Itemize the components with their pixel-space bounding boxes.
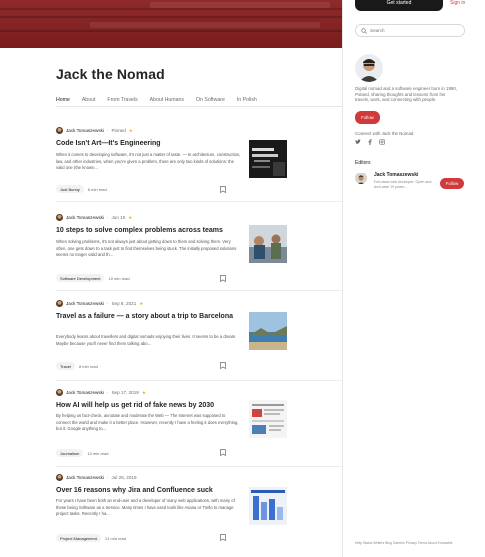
read-time: 8 min read: [87, 186, 107, 192]
star-icon: ★: [139, 300, 144, 306]
author-avatar[interactable]: [56, 127, 63, 134]
instagram-icon[interactable]: [379, 139, 385, 145]
editor-follow-button[interactable]: Follow: [440, 178, 464, 189]
article-thumbnail[interactable]: [249, 400, 287, 438]
article-title[interactable]: How AI will help us get rid of fake news…: [56, 401, 241, 410]
tab-home[interactable]: Home: [56, 97, 70, 103]
article-thumbnail[interactable]: [249, 487, 287, 525]
main-column: Jack the Nomad Home About From Travels A…: [0, 0, 342, 557]
editor-avatar[interactable]: [355, 172, 367, 184]
article-divider: [56, 466, 342, 467]
footer-links[interactable]: Help Status Writers Blog Careers Privacy…: [355, 541, 475, 546]
tabs-divider: [56, 106, 342, 107]
publication-avatar[interactable]: [355, 54, 383, 82]
sidebar: Get started Sign in Digital nomad and a …: [343, 0, 485, 557]
article-divider: [56, 290, 342, 291]
editors-heading: Editors: [355, 160, 371, 166]
search-bar[interactable]: [355, 24, 465, 37]
star-icon: ★: [128, 127, 133, 133]
article-date: Jul 26, 2019: [111, 475, 137, 480]
article-meta: Jack Tomaszewski · Sep 8, 2021 ★: [56, 300, 143, 307]
follow-button[interactable]: Follow: [355, 111, 380, 124]
star-icon: ★: [128, 214, 133, 220]
get-started-button[interactable]: Get started: [355, 0, 443, 11]
article-tag[interactable]: Software Development: [56, 274, 105, 282]
tab-about[interactable]: About: [82, 97, 96, 103]
author-name[interactable]: Jack Tomaszewski: [66, 301, 104, 306]
read-time: 10 min read: [108, 275, 130, 281]
star-icon: ★: [141, 389, 146, 395]
bookmark-icon[interactable]: [220, 275, 226, 282]
article-tag[interactable]: Project Management: [56, 534, 101, 542]
author-name[interactable]: Jack Tomaszewski: [66, 475, 104, 480]
publication-title[interactable]: Jack the Nomad: [56, 66, 165, 82]
article-snippet[interactable]: When solving problems, it's not always j…: [56, 239, 241, 259]
bookmark-icon[interactable]: [220, 449, 226, 456]
bookmark-icon[interactable]: [220, 362, 226, 369]
read-time: 8 min read: [78, 363, 98, 369]
author-name[interactable]: Jack Tomaszewski: [66, 215, 104, 220]
tab-on-software[interactable]: On Software: [196, 97, 225, 103]
tab-in-polish[interactable]: In Polish: [237, 97, 257, 103]
article-footer: Software Development 10 min read: [56, 274, 130, 282]
article-meta: Jack Tomaszewski · Jun 10 ★: [56, 214, 132, 221]
publication-banner: [0, 0, 342, 48]
article-footer: Journalism 10 min read: [56, 449, 108, 457]
article-footer: Travel 8 min read: [56, 362, 98, 370]
article-snippet[interactable]: Everybody learns about travellers and di…: [56, 334, 241, 347]
author-name[interactable]: Jack Tomaszewski: [66, 390, 104, 395]
article-date: Jun 10: [111, 215, 126, 220]
author-avatar[interactable]: [56, 300, 63, 307]
author-avatar[interactable]: [56, 389, 63, 396]
publication-bio: Digital nomad and a software engineer bo…: [355, 86, 458, 103]
editor-name[interactable]: Jack Tomaszewski: [374, 172, 418, 178]
author-avatar[interactable]: [56, 214, 63, 221]
article-meta: Jack Tomaszewski · Sep 17, 2019 ★: [56, 389, 146, 396]
article-footer: Just Bunny 8 min read: [56, 185, 107, 193]
article-tag[interactable]: Journalism: [56, 449, 84, 457]
social-links: [355, 139, 385, 145]
article-snippet[interactable]: When it comes to developing software, it…: [56, 152, 241, 172]
connect-label: Connect with Jack the Nomad: [355, 131, 414, 136]
article-title[interactable]: Over 16 reasons why Jira and Confluence …: [56, 486, 241, 495]
author-avatar[interactable]: [56, 474, 63, 481]
article-tag[interactable]: Travel: [56, 362, 75, 370]
sign-in-link[interactable]: Sign in: [450, 0, 465, 6]
bookmark-icon[interactable]: [220, 534, 226, 541]
article-divider: [56, 380, 342, 381]
article-divider: [56, 201, 342, 202]
search-icon: [361, 27, 367, 34]
publication-tabs: Home About From Travels About Humans On …: [56, 97, 257, 103]
article-snippet[interactable]: For years I have been both an end-user a…: [56, 498, 241, 518]
article-date: Sep 17, 2019: [111, 390, 139, 395]
article-thumbnail[interactable]: [249, 140, 287, 178]
article-snippet[interactable]: By helping us fact-check, annotate and m…: [56, 413, 241, 433]
author-name[interactable]: Jack Tomaszewski: [66, 128, 104, 133]
read-time: 10 min read: [87, 450, 109, 456]
search-input[interactable]: [370, 28, 450, 33]
read-time: 13 min read: [104, 535, 127, 541]
article-date: Pinned: [111, 128, 126, 133]
editor-bio: Full-stack web developer. Open and tech-…: [374, 180, 432, 189]
article-title[interactable]: Travel as a failure — a story about a tr…: [56, 312, 241, 321]
twitter-icon[interactable]: [355, 139, 361, 145]
article-date: Sep 8, 2021: [111, 301, 137, 306]
article-title[interactable]: 10 steps to solve complex problems acros…: [56, 226, 241, 235]
tab-about-humans[interactable]: About Humans: [150, 97, 184, 103]
article-meta: Jack Tomaszewski · Pinned ★: [56, 127, 133, 134]
article-title[interactable]: Code Isn't Art—It's Engineering: [56, 139, 241, 148]
facebook-icon[interactable]: [367, 139, 373, 145]
article-tag[interactable]: Just Bunny: [56, 185, 84, 193]
article-thumbnail[interactable]: [249, 225, 287, 263]
article-meta: Jack Tomaszewski · Jul 26, 2019: [56, 474, 137, 481]
article-footer: Project Management 13 min read: [56, 534, 126, 542]
article-thumbnail[interactable]: [249, 312, 287, 350]
tab-from-travels[interactable]: From Travels: [107, 97, 137, 103]
bookmark-icon[interactable]: [220, 186, 226, 193]
